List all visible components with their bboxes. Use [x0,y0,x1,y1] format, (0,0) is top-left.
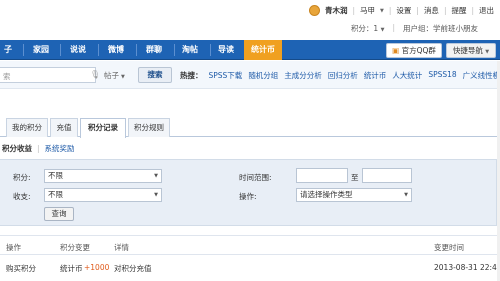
time-range-label: 时间范围: [239,173,272,182]
search-row: 索 🎙 帖子 ▼ 搜索 热搜： SPSS下载 随机分组 主成分分析 回归分析 统计… [0,61,500,89]
income-select[interactable]: 不限 ▼ [44,188,162,202]
user-group[interactable]: 用户组：学前班小朋友 [403,23,478,34]
hot-link[interactable]: 随机分组 [248,70,278,81]
row-coin-type: 统计币 [60,264,83,273]
nav-item-forum[interactable]: 子 [0,40,16,60]
messages-link[interactable]: 消息 [424,5,439,16]
nav-item-group-chat[interactable]: 群聊 [138,40,170,60]
search-button[interactable]: 搜索 [138,67,172,83]
separator: | [471,6,474,15]
hot-search-label: 热搜： [180,71,203,80]
nav-divider [23,44,24,56]
quick-nav-button[interactable]: 快捷导航 ▼ [446,43,496,58]
subtab-system-reward[interactable]: 系统奖励 [45,143,75,154]
qq-icon: ▣ [392,46,400,55]
separator: | [352,6,356,15]
separator: | [443,6,447,15]
column-header-change: 积分变更 [60,243,90,252]
chevron-down-icon: ▼ [154,192,158,198]
nav-divider [136,44,137,56]
hot-link[interactable]: 主成分分析 [284,70,322,81]
hot-link[interactable]: SPSS下载 [209,70,243,81]
row-detail: 对积分充值 [114,264,152,273]
settings-link[interactable]: 设置 [396,5,411,16]
nav-item-weibo[interactable]: 微博 [100,40,132,60]
hot-link[interactable]: 统计币 [364,70,387,81]
hot-link[interactable]: 人大统计 [392,70,422,81]
operation-select[interactable]: 请选择操作类型 ▼ [296,188,412,202]
end-date-input[interactable] [362,168,412,183]
row-operation: 购买积分 [6,264,36,273]
column-header-time: 变更时间 [434,243,464,252]
logout-link[interactable]: 退出 [479,5,494,16]
search-input[interactable]: 索 [0,67,96,83]
nav-item-talk[interactable]: 说说 [62,40,94,60]
start-date-input[interactable] [296,168,348,183]
nav-item-stat-coin[interactable]: 统计币 [244,40,282,60]
main-nav: 子 家园 说说 微博 群聊 淘帖 导读 统计币 ▣ 官方QQ群 快捷导航 ▼ [0,40,500,60]
microphone-icon[interactable]: 🎙 [90,70,100,80]
credit-tabs: 我的积分 充值 积分记录 积分规则 [0,118,500,138]
points-display[interactable]: 积分：1 ▼ [351,23,385,34]
filter-panel: 积分: 不限 ▼ 收支: 不限 ▼ 时间范围: 至 操作: 请选择操作类型 ▼ 查询 [0,159,497,226]
points-label: 积分: [13,173,31,182]
subtab-income[interactable]: 积分收益 [0,143,32,154]
separator: | [416,6,419,15]
user-stats: 积分：1 ▼ | 用户组：学前班小朋友 [351,23,478,34]
user-bar: 青木润 | 马甲 ▼ | 设置 | 消息 | 提醒 | 退出 积分：1 ▼ | … [0,0,500,40]
nav-divider [98,44,99,56]
sub-tabs: 积分收益 | 系统奖励 [0,142,500,154]
search-scope-select[interactable]: 帖子 ▼ [104,70,125,81]
vest-link[interactable]: 马甲 [360,5,375,16]
user-menu: 青木润 | 马甲 ▼ | 设置 | 消息 | 提醒 | 退出 [308,5,494,16]
notifications-link[interactable]: 提醒 [451,5,466,16]
nav-divider [60,44,61,56]
income-label: 收支: [13,192,31,201]
hot-link[interactable]: 广义线性模型 [463,70,500,81]
tab-credit-log[interactable]: 积分记录 [80,118,126,138]
table-header: 操作 积分变更 详情 变更时间 [0,235,500,255]
username[interactable]: 青木润 [325,5,348,16]
row-delta: +1000 [84,263,110,272]
row-time: 2013-08-31 22:40 [434,263,500,272]
query-button[interactable]: 查询 [44,207,74,221]
nav-item-taotie[interactable]: 淘帖 [174,40,206,60]
column-header-operation: 操作 [6,243,21,252]
chevron-down-icon: ▼ [380,27,385,33]
column-header-detail: 详情 [114,243,129,252]
to-label: 至 [351,173,359,182]
hot-link[interactable]: SPSS18 [428,70,456,81]
separator: | [392,23,395,32]
nav-item-home[interactable]: 家园 [26,40,56,60]
nav-item-guide[interactable]: 导读 [210,40,242,60]
hot-link[interactable]: 回归分析 [328,70,358,81]
tab-credit-rules[interactable]: 积分规则 [128,118,170,137]
search-placeholder: 索 [3,72,11,81]
chevron-down-icon: ▼ [404,192,408,198]
chevron-down-icon[interactable]: ▼ [380,8,384,14]
tab-recharge[interactable]: 充值 [50,118,78,137]
separator: | [388,6,392,15]
operation-label: 操作: [239,192,257,201]
avatar[interactable] [308,5,320,16]
hot-search: 热搜： SPSS下载 随机分组 主成分分析 回归分析 统计币 人大统计 SPSS… [180,70,500,81]
points-select[interactable]: 不限 ▼ [44,169,162,183]
qq-group-button[interactable]: ▣ 官方QQ群 [386,43,442,58]
chevron-down-icon: ▼ [485,49,490,55]
table-row: 购买积分 统计币 +1000 对积分充值 2013-08-31 22:40 [0,256,500,278]
chevron-down-icon: ▼ [154,173,158,179]
tab-my-credits[interactable]: 我的积分 [6,118,48,137]
separator: | [37,143,40,153]
